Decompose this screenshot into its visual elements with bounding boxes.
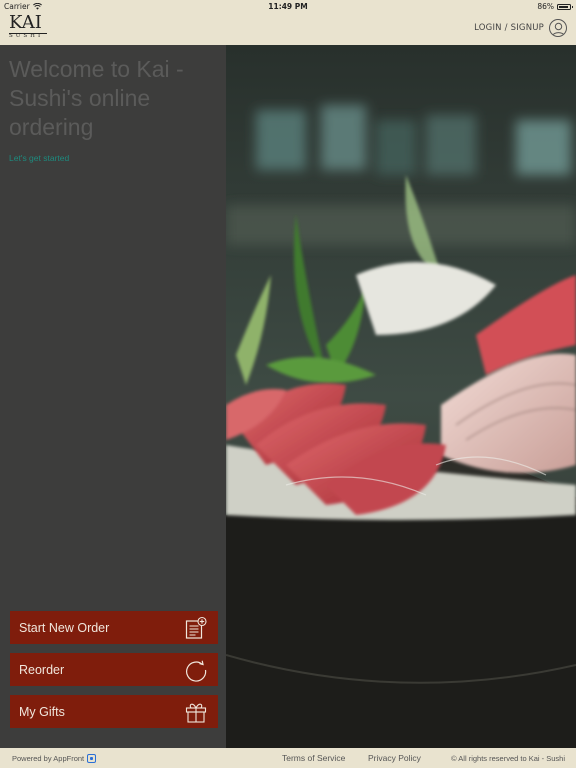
status-bar: Carrier 11:49 PM 86% xyxy=(0,0,576,12)
login-signup-label: LOGIN / SIGNUP xyxy=(474,23,544,33)
logo-wordmark: KAI xyxy=(9,12,42,33)
gift-icon xyxy=(184,700,208,724)
refresh-icon xyxy=(184,658,208,682)
reorder-button[interactable]: Reorder xyxy=(10,653,218,686)
reorder-label: Reorder xyxy=(19,662,65,677)
new-order-icon xyxy=(184,616,208,640)
powered-by-label: Powered by AppFront xyxy=(12,754,85,763)
battery-percent: 86% xyxy=(537,2,554,11)
logo-divider xyxy=(9,33,47,34)
start-new-order-label: Start New Order xyxy=(19,620,110,635)
my-gifts-label: My Gifts xyxy=(19,704,65,719)
start-new-order-button[interactable]: Start New Order xyxy=(10,611,218,644)
footer: Powered by AppFront Terms of Service Pri… xyxy=(0,748,576,768)
welcome-heading: Welcome to Kai - Sushi's online ordering xyxy=(9,56,184,140)
battery-icon xyxy=(557,3,573,10)
powered-by[interactable]: Powered by AppFront xyxy=(12,754,97,763)
privacy-policy-link[interactable]: Privacy Policy xyxy=(368,753,421,763)
clock: 11:49 PM xyxy=(268,2,308,11)
appfront-icon xyxy=(87,754,97,763)
get-started-link[interactable]: Let's get started xyxy=(9,153,69,163)
status-right: 86% xyxy=(537,2,573,11)
user-icon xyxy=(549,19,567,37)
copyright-text: © All rights reserved to Kai - Sushi xyxy=(451,754,565,763)
login-signup-button[interactable]: LOGIN / SIGNUP xyxy=(474,19,567,37)
sushi-sashimi-photo xyxy=(226,45,576,748)
app-header: KAI SUSHI LOGIN / SIGNUP xyxy=(0,12,576,45)
welcome-panel: Welcome to Kai - Sushi's online ordering… xyxy=(0,45,226,748)
kai-sushi-logo[interactable]: KAI SUSHI xyxy=(9,14,49,44)
my-gifts-button[interactable]: My Gifts xyxy=(10,695,218,728)
terms-of-service-link[interactable]: Terms of Service xyxy=(282,753,345,763)
